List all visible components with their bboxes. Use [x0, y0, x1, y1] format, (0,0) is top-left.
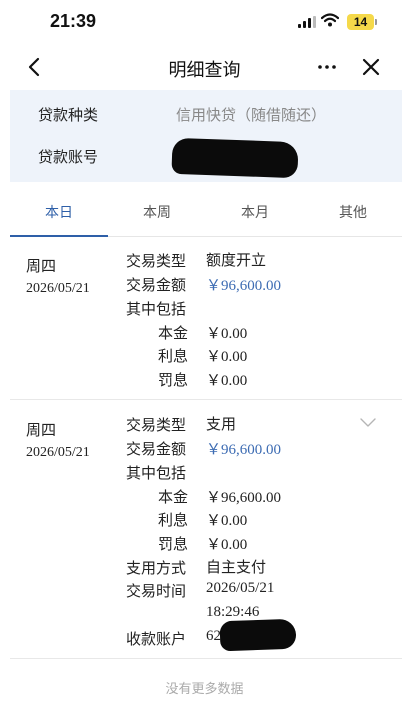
loan-type-value: 信用快贷（随借随还） [176, 106, 327, 124]
type-value: 支用 [206, 417, 237, 433]
record-weekday: 周四 [26, 259, 57, 275]
redaction-mark [219, 618, 297, 652]
penalty-value: ￥0.00 [206, 373, 248, 389]
battery-icon: 14 [347, 14, 377, 30]
tab-indicator [10, 235, 108, 237]
no-more-data-text: 没有更多数据 [165, 682, 244, 697]
includes-label: 其中包括 [126, 300, 187, 318]
tab-this-week[interactable]: 本周 [143, 202, 171, 222]
includes-label: 其中包括 [126, 464, 187, 482]
time-clock-value: 18:29:46 [206, 604, 260, 620]
amount-label: 交易金额 [126, 440, 187, 458]
type-label: 交易类型 [126, 252, 187, 270]
amount-value: ￥96,600.00 [206, 278, 282, 294]
chevron-down-icon[interactable] [360, 418, 376, 428]
type-label: 交易类型 [126, 416, 187, 434]
transaction-record[interactable]: 周四 2026/05/21 交易类型 额度开立 交易金额 ￥96,600.00 … [10, 248, 402, 398]
page-title: 明细查询 [168, 60, 241, 81]
payee-account-value: 62 [206, 628, 221, 644]
time-label: 交易时间 [126, 582, 187, 600]
interest-label: 利息 [158, 347, 189, 365]
interest-label: 利息 [158, 511, 189, 529]
method-label: 支用方式 [126, 559, 187, 577]
divider [10, 658, 402, 659]
divider [10, 399, 402, 400]
cellular-signal-icon [298, 16, 316, 28]
status-bar: 21:39 14 [0, 0, 409, 46]
loan-account-label: 贷款账号 [38, 148, 99, 166]
type-value: 额度开立 [206, 253, 267, 269]
interest-value: ￥0.00 [206, 513, 248, 529]
loan-type-label: 贷款种类 [38, 106, 99, 124]
wifi-icon [321, 13, 339, 27]
period-tabs: 本日 本周 本月 其他 [10, 182, 402, 237]
penalty-label: 罚息 [158, 535, 189, 553]
principal-value: ￥0.00 [206, 326, 248, 342]
tab-this-month[interactable]: 本月 [241, 202, 269, 222]
record-weekday: 周四 [26, 423, 57, 439]
loan-info-panel: 贷款种类 信用快贷（随借随还） 贷款账号 [10, 90, 402, 182]
principal-label: 本金 [158, 488, 189, 506]
interest-value: ￥0.00 [206, 349, 248, 365]
record-date: 2026/05/21 [26, 445, 90, 460]
penalty-label: 罚息 [158, 371, 189, 389]
principal-value: ￥96,600.00 [206, 490, 282, 506]
loan-account-row: 贷款账号 [10, 137, 402, 179]
tab-today[interactable]: 本日 [45, 202, 73, 222]
clock: 21:39 [50, 11, 97, 31]
record-date: 2026/05/21 [26, 281, 90, 296]
payee-account-label: 收款账户 [126, 630, 187, 648]
time-date-value: 2026/05/21 [206, 580, 275, 596]
loan-type-row: 贷款种类 信用快贷（随借随还） [10, 104, 402, 128]
penalty-value: ￥0.00 [206, 537, 248, 553]
close-icon[interactable] [360, 56, 382, 78]
amount-value: ￥96,600.00 [206, 442, 282, 458]
amount-label: 交易金额 [126, 276, 187, 294]
method-value: 自主支付 [206, 560, 267, 576]
nav-bar: 明细查询 [0, 46, 409, 90]
principal-label: 本金 [158, 324, 189, 342]
transaction-record[interactable]: 周四 2026/05/21 交易类型 支用 交易金额 ￥96,600.00 其中… [10, 412, 402, 656]
redaction-mark [171, 137, 299, 179]
battery-level: 14 [347, 14, 374, 30]
ellipsis-icon[interactable] [316, 56, 338, 78]
tab-other[interactable]: 其他 [339, 202, 367, 222]
